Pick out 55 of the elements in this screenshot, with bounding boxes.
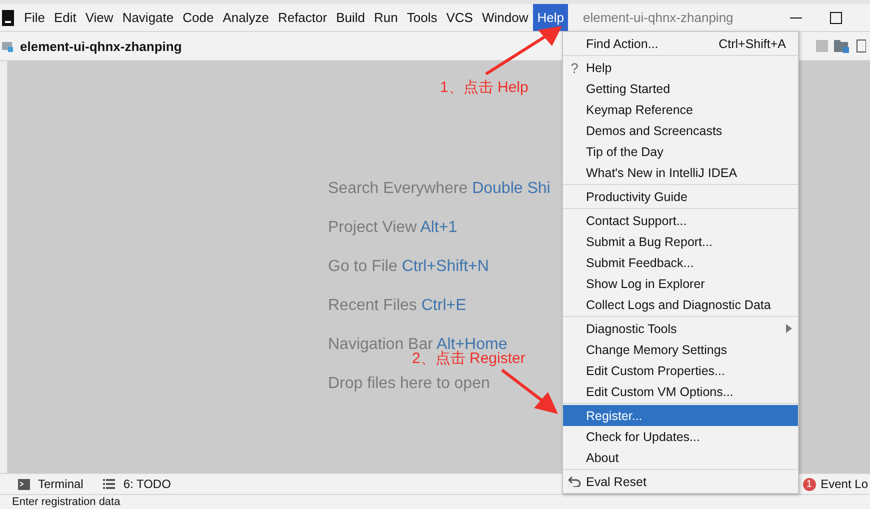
shortcut-hint: Go to File Ctrl+Shift+N <box>328 257 490 277</box>
menu-item[interactable]: Code <box>178 4 218 31</box>
menu-entry[interactable]: Check for Updates... <box>563 426 798 447</box>
menu-item[interactable]: File <box>20 4 49 31</box>
window-title: element-ui-qhnx-zhanping <box>582 10 734 25</box>
shortcut-hint: Drop files here to open <box>328 374 491 394</box>
menu-entry[interactable]: ? Help <box>563 57 798 78</box>
undo-icon <box>568 476 581 487</box>
menu-entry[interactable]: Submit a Bug Report... <box>563 231 798 252</box>
menu-item[interactable]: Tools <box>402 4 442 31</box>
maximize-icon[interactable] <box>830 12 842 24</box>
window-icon[interactable] <box>856 39 866 53</box>
menu-entry[interactable]: Register... <box>563 405 798 426</box>
menu-item[interactable]: Help <box>533 4 568 31</box>
menu-entry[interactable]: Diagnostic Tools <box>563 318 798 339</box>
menu-item[interactable]: VCS <box>442 4 477 31</box>
menu-entry[interactable]: Edit Custom VM Options... <box>563 381 798 402</box>
shortcut-hint: Recent Files Ctrl+E <box>328 296 468 316</box>
menu-entry[interactable]: Submit Feedback... <box>563 252 798 273</box>
menu-entry[interactable]: Edit Custom Properties... <box>563 360 798 381</box>
menu-entry[interactable]: What's New in IntelliJ IDEA <box>563 162 798 183</box>
menu-item[interactable]: Run <box>370 4 402 31</box>
project-name[interactable]: element-ui-qhnx-zhanping <box>20 38 182 54</box>
menu-entry[interactable]: Keymap Reference <box>563 99 798 120</box>
menu-entry[interactable]: Contact Support... <box>563 210 798 231</box>
menu-entry[interactable]: Find Action... Ctrl+Shift+A <box>563 33 798 54</box>
menu-item[interactable]: Analyze <box>218 4 273 31</box>
annotation-text: 1、点击 Help <box>440 78 528 97</box>
menu-item[interactable]: View <box>81 4 118 31</box>
terminal-icon <box>18 478 30 490</box>
shortcut-hint: Search Everywhere Double Shi <box>328 179 550 199</box>
menu-item[interactable]: Build <box>332 4 370 31</box>
annotation-arrow <box>500 368 560 416</box>
menu-item[interactable]: Window <box>478 4 532 31</box>
menu-entry[interactable]: Collect Logs and Diagnostic Data <box>563 294 798 315</box>
menu-entry[interactable]: Show Log in Explorer <box>563 273 798 294</box>
menu-entry[interactable]: Change Memory Settings <box>563 339 798 360</box>
project-structure-icon[interactable] <box>834 39 850 53</box>
menu-entry[interactable]: Productivity Guide <box>563 186 798 207</box>
menu-entry[interactable]: Demos and Screencasts <box>563 120 798 141</box>
tool-window-button[interactable]: Terminal <box>18 477 84 491</box>
menu-item[interactable]: Navigate <box>118 4 178 31</box>
list-icon <box>103 479 116 489</box>
menu-item[interactable]: Edit <box>50 4 80 31</box>
menu-entry[interactable]: Eval Reset <box>563 471 798 492</box>
folder-icon <box>2 40 14 52</box>
shortcut-hint: Project View Alt+1 <box>328 218 458 238</box>
menu-entry[interactable]: Getting Started <box>563 78 798 99</box>
menu-entry[interactable]: Tip of the Day <box>563 141 798 162</box>
menu-item[interactable]: Refactor <box>274 4 332 31</box>
event-log-button[interactable]: 1 Event Lo <box>802 477 868 491</box>
app-logo-icon <box>2 10 14 26</box>
annotation-text: 2、点击 Register <box>412 350 526 368</box>
menu-entry[interactable]: About <box>563 447 798 468</box>
tool-window-button[interactable]: 6: TODO <box>103 477 171 491</box>
